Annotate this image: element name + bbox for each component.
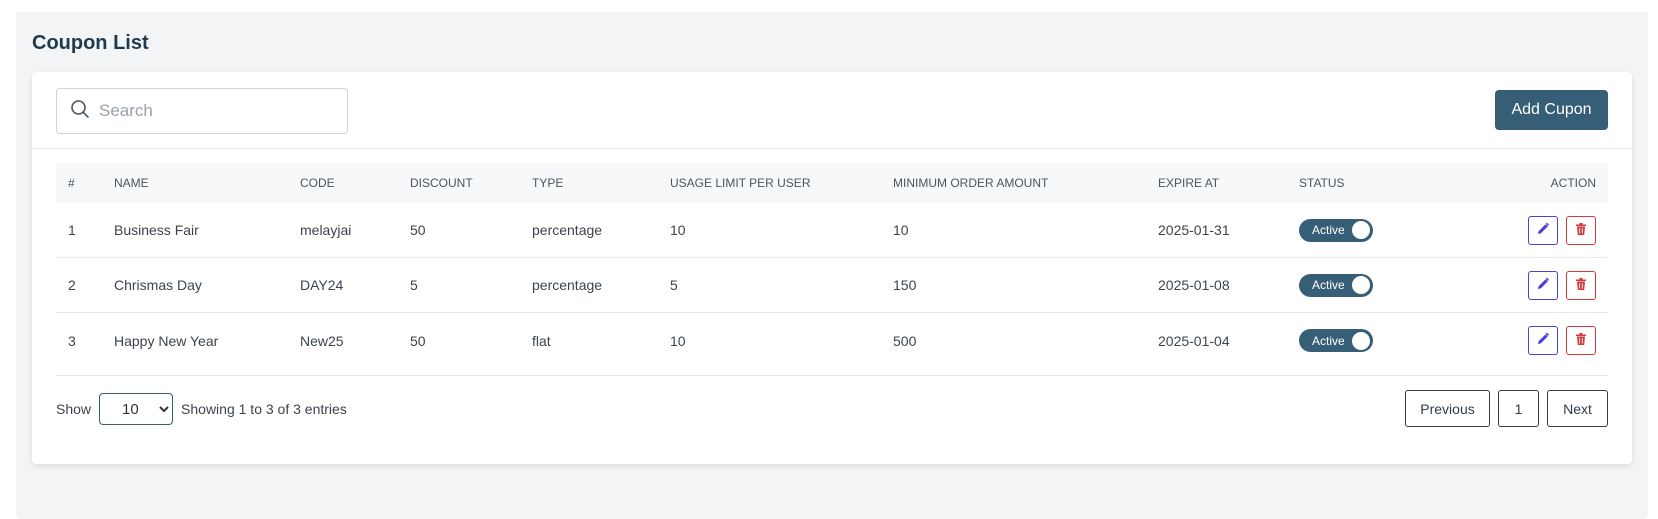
header-name: NAME	[114, 176, 149, 190]
row-usage-limit: 10	[670, 222, 686, 238]
table-row: 1 Business Fair melayjai 50 percentage 1…	[56, 203, 1608, 258]
status-cell: Active	[1299, 218, 1449, 242]
status-toggle[interactable]: Active	[1299, 329, 1373, 352]
header-code: CODE	[300, 176, 335, 190]
status-label: Active	[1312, 333, 1345, 348]
edit-button[interactable]	[1528, 215, 1558, 245]
add-coupon-button[interactable]: Add Cupon	[1495, 90, 1608, 130]
row-min-order: 150	[893, 277, 917, 293]
row-discount: 5	[410, 277, 418, 293]
row-expire-at: 2025-01-31	[1158, 222, 1230, 238]
toggle-knob	[1352, 221, 1370, 239]
row-expire-at: 2025-01-04	[1158, 332, 1230, 349]
row-type: percentage	[532, 277, 603, 293]
row-index: 3	[68, 332, 76, 349]
page-size-select[interactable]: 10	[99, 393, 174, 425]
action-cell	[1449, 270, 1608, 300]
row-usage-limit: 10	[670, 332, 686, 349]
trash-icon	[1574, 332, 1588, 349]
previous-button[interactable]: Previous	[1405, 390, 1490, 427]
header-status: STATUS	[1299, 176, 1345, 190]
row-type: percentage	[532, 222, 603, 238]
coupon-table: # NAME CODE DISCOUNT TYPE USAGE LIMIT PE…	[56, 163, 1608, 368]
search-icon	[70, 99, 90, 124]
edit-button[interactable]	[1528, 326, 1558, 355]
page-background: Coupon List Add Cupon # NAME CODE DISCOU…	[16, 12, 1648, 519]
status-cell: Active	[1299, 273, 1449, 297]
trash-icon	[1574, 222, 1588, 239]
pencil-icon	[1536, 222, 1550, 239]
status-toggle[interactable]: Active	[1299, 218, 1373, 242]
toggle-knob	[1352, 276, 1370, 294]
table-footer-divider	[56, 375, 1608, 376]
page-1-button[interactable]: 1	[1498, 390, 1539, 427]
status-label: Active	[1312, 278, 1345, 292]
row-expire-at: 2025-01-08	[1158, 277, 1230, 293]
header-action: ACTION	[1550, 176, 1596, 190]
row-discount: 50	[410, 332, 426, 349]
status-cell: Active	[1299, 329, 1449, 352]
row-name: Business Fair	[114, 222, 199, 238]
row-index: 2	[68, 277, 76, 293]
show-label: Show	[56, 401, 92, 417]
table-row: 2 Chrismas Day DAY24 5 percentage 5 150 …	[56, 258, 1608, 313]
row-name: Chrismas Day	[114, 277, 202, 293]
trash-icon	[1574, 277, 1588, 294]
header-divider	[32, 148, 1632, 149]
pagination: Previous 1 Next	[1397, 390, 1608, 427]
status-label: Active	[1312, 223, 1345, 237]
page-title: Coupon List	[32, 32, 149, 54]
next-button[interactable]: Next	[1547, 390, 1608, 427]
delete-button[interactable]	[1566, 326, 1596, 355]
coupon-card: Add Cupon # NAME CODE DISCOUNT TYPE USAG…	[32, 72, 1632, 464]
table-row: 3 Happy New Year New25 50 flat 10 500 20…	[56, 313, 1608, 368]
action-cell	[1449, 215, 1608, 245]
search-input[interactable]	[99, 101, 339, 121]
header-usage-limit: USAGE LIMIT PER USER	[670, 176, 811, 190]
row-code: melayjai	[300, 222, 352, 238]
row-discount: 50	[410, 222, 426, 238]
row-code: New25	[300, 332, 344, 349]
table-header: # NAME CODE DISCOUNT TYPE USAGE LIMIT PE…	[56, 163, 1608, 203]
header-type: TYPE	[532, 176, 564, 190]
table-footer: Show 10 Showing 1 to 3 of 3 entries Prev…	[56, 390, 1608, 428]
row-type: flat	[532, 332, 551, 349]
toggle-knob	[1352, 331, 1370, 350]
delete-button[interactable]	[1566, 270, 1596, 300]
status-toggle[interactable]: Active	[1299, 273, 1373, 297]
row-min-order: 500	[893, 332, 917, 349]
row-code: DAY24	[300, 277, 344, 293]
pencil-icon	[1536, 277, 1550, 294]
action-cell	[1449, 326, 1608, 355]
entries-info: Showing 1 to 3 of 3 entries	[181, 401, 347, 417]
search-box[interactable]	[56, 88, 348, 134]
header-index: #	[68, 176, 75, 190]
row-usage-limit: 5	[670, 277, 678, 293]
header-expire-at: EXPIRE AT	[1158, 176, 1220, 190]
row-index: 1	[68, 222, 76, 238]
delete-button[interactable]	[1566, 215, 1596, 245]
row-name: Happy New Year	[114, 332, 219, 349]
header-discount: DISCOUNT	[410, 176, 473, 190]
edit-button[interactable]	[1528, 270, 1558, 300]
header-min-order: MINIMUM ORDER AMOUNT	[893, 176, 1049, 190]
pencil-icon	[1536, 332, 1550, 349]
row-min-order: 10	[893, 222, 909, 238]
